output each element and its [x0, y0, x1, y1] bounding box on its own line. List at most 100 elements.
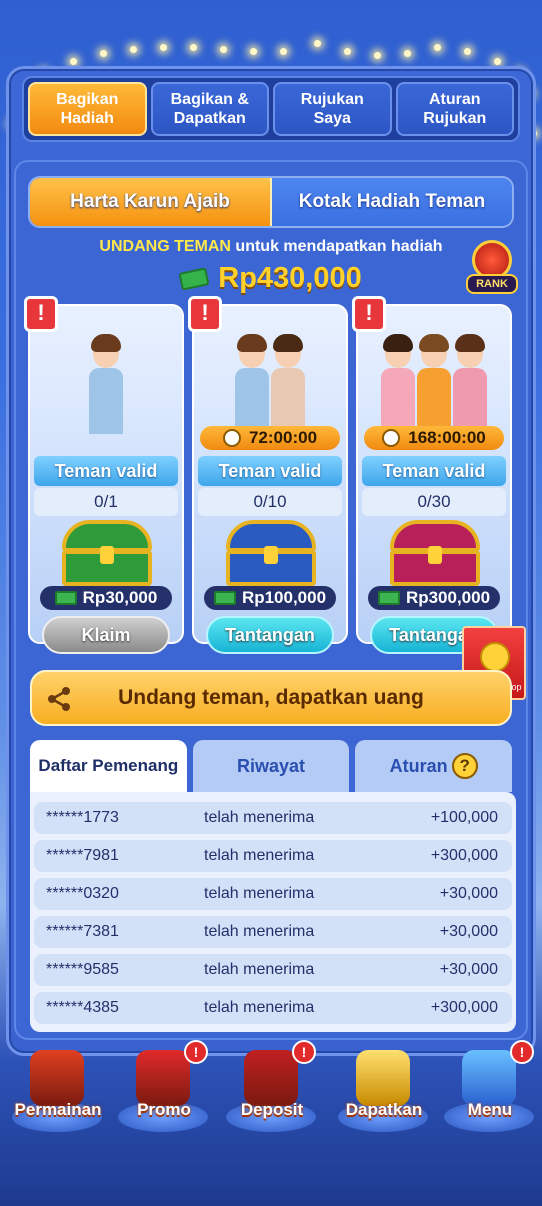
- prize-amount: Rp300,000: [368, 586, 500, 610]
- tab-rujukan-saya[interactable]: Rujukan Saya: [273, 82, 392, 136]
- light-bulb: [344, 48, 351, 55]
- share-icon: [48, 687, 70, 711]
- light-bulb: [130, 46, 137, 53]
- character-illustration: [48, 318, 164, 434]
- notification-badge: !: [510, 1040, 534, 1064]
- light-bulb: [434, 44, 441, 51]
- tab-aturan-rujukan[interactable]: Aturan Rujukan: [395, 82, 514, 136]
- tab-kotak-hadiah[interactable]: Kotak Hadiah Teman: [272, 178, 512, 226]
- notification-badge: !: [184, 1040, 208, 1064]
- total-amount: Rp430,000: [218, 262, 362, 294]
- help-icon: ?: [451, 753, 478, 779]
- friend-count: 0/1: [34, 488, 178, 516]
- list-item: ******9585 telah menerima +30,000: [34, 954, 512, 986]
- valid-friend-label: Teman valid: [198, 456, 342, 486]
- invite-share-button[interactable]: Undang teman, dapatkan uang: [30, 670, 512, 726]
- nav-label: Permainan: [14, 1100, 102, 1119]
- tab-aturan[interactable]: Aturan?: [355, 740, 513, 792]
- top-tab-bar: Bagikan Hadiah Bagikan & Dapatkan Rujuka…: [22, 76, 520, 142]
- cash-icon: [377, 591, 400, 605]
- reward-card-3: ! 168:00:00 Teman valid 0/30 Rp300,000 T…: [352, 296, 512, 654]
- alert-icon: !: [188, 296, 222, 332]
- light-bulb: [374, 52, 381, 59]
- rank-label: RANK: [466, 274, 518, 294]
- winner-value: +30,000: [439, 961, 498, 978]
- invite-text: untuk mendapatkan hadiah: [235, 238, 443, 255]
- winner-value: +300,000: [430, 999, 498, 1016]
- winner-message: telah menerima: [204, 847, 315, 864]
- winner-tab-bar: Daftar Pemenang Riwayat Aturan?: [30, 740, 513, 792]
- winner-message: telah menerima: [204, 999, 315, 1016]
- valid-friend-label: Teman valid: [34, 456, 178, 486]
- tab-harta-karun[interactable]: Harta Karun Ajaib: [30, 178, 272, 226]
- winner-message: telah menerima: [204, 809, 315, 826]
- winner-value: +100,000: [430, 809, 498, 826]
- light-bulb: [464, 48, 471, 55]
- character-illustration: [212, 318, 328, 434]
- winner-message: telah menerima: [204, 961, 315, 978]
- winner-user: ******7381: [46, 923, 119, 940]
- bottom-nav: Permainan Promo! Deposit! Dapatkan Menu!: [0, 1040, 542, 1140]
- total-reward: Rp430,000: [0, 262, 542, 295]
- list-item: ******1773 telah menerima +100,000: [34, 802, 512, 834]
- light-bulb: [494, 58, 501, 65]
- treasure-chest-icon: [390, 520, 480, 586]
- list-item: ******7381 telah menerima +30,000: [34, 916, 512, 948]
- list-item: ******7981 telah menerima +300,000: [34, 840, 512, 872]
- tab-bagikan-dapatkan[interactable]: Bagikan & Dapatkan: [150, 82, 269, 136]
- winner-value: +300,000: [430, 847, 498, 864]
- list-item: ******0320 telah menerima +30,000: [34, 878, 512, 910]
- clock-icon: [222, 429, 241, 447]
- tab-bagikan-hadiah[interactable]: Bagikan Hadiah: [28, 82, 147, 136]
- alert-icon: !: [352, 296, 386, 332]
- sub-tab-bar: Harta Karun Ajaib Kotak Hadiah Teman: [28, 176, 514, 228]
- nav-promo[interactable]: Promo!: [110, 1040, 210, 1140]
- winner-list: ******1773 telah menerima +100,000 ******79…: [30, 792, 516, 1032]
- cash-icon: [213, 591, 236, 605]
- tab-daftar-pemenang[interactable]: Daftar Pemenang: [30, 740, 187, 792]
- phone-coins-icon: [356, 1050, 410, 1106]
- treasure-chest-icon: [244, 1050, 298, 1106]
- countdown-timer: 72:00:00: [200, 426, 340, 450]
- reward-card-1: ! Teman valid 0/1 Rp30,000 Klaim: [24, 296, 184, 654]
- rank-button[interactable]: RANK: [466, 240, 518, 294]
- friend-count: 0/10: [198, 488, 342, 516]
- nav-menu[interactable]: Menu!: [436, 1040, 536, 1140]
- light-bulb: [404, 50, 411, 57]
- nav-label: Deposit: [240, 1100, 304, 1119]
- nav-label: Promo: [137, 1100, 191, 1119]
- light-bulb: [100, 50, 107, 57]
- coin-icon: [480, 642, 510, 672]
- prize-amount: Rp30,000: [40, 586, 172, 610]
- winner-user: ******1773: [46, 809, 119, 826]
- light-bulb: [280, 48, 287, 55]
- light-bulb: [190, 44, 197, 51]
- light-bulb: [70, 58, 77, 65]
- winner-user: ******4385: [46, 999, 119, 1016]
- light-bulb: [220, 46, 227, 53]
- valid-friend-label: Teman valid: [362, 456, 506, 486]
- light-bulb: [314, 40, 321, 47]
- nav-label: Menu: [467, 1100, 513, 1119]
- light-bulb: [160, 44, 167, 51]
- countdown-timer: 168:00:00: [364, 426, 504, 450]
- nav-permainan[interactable]: Permainan: [4, 1040, 104, 1140]
- invite-highlight: UNDANG TEMAN: [99, 238, 231, 255]
- cash-icon: [178, 267, 210, 292]
- tab-riwayat[interactable]: Riwayat: [192, 740, 350, 792]
- challenge-button[interactable]: Tantangan: [206, 616, 334, 654]
- friend-count: 0/30: [362, 488, 506, 516]
- nav-dapatkan[interactable]: Dapatkan: [330, 1040, 430, 1140]
- prize-amount: Rp100,000: [204, 586, 336, 610]
- alert-icon: !: [24, 296, 58, 332]
- nav-deposit[interactable]: Deposit!: [218, 1040, 318, 1140]
- treasure-chest-icon: [226, 520, 316, 586]
- nav-label: Dapatkan: [345, 1100, 423, 1119]
- winner-user: ******7981: [46, 847, 119, 864]
- winner-user: ******0320: [46, 885, 119, 902]
- invite-headline: UNDANG TEMAN untuk mendapatkan hadiah: [0, 238, 542, 256]
- gift-box-icon: [136, 1050, 190, 1106]
- claim-button[interactable]: Klaim: [42, 616, 170, 654]
- light-bulb: [250, 48, 257, 55]
- winner-message: telah menerima: [204, 923, 315, 940]
